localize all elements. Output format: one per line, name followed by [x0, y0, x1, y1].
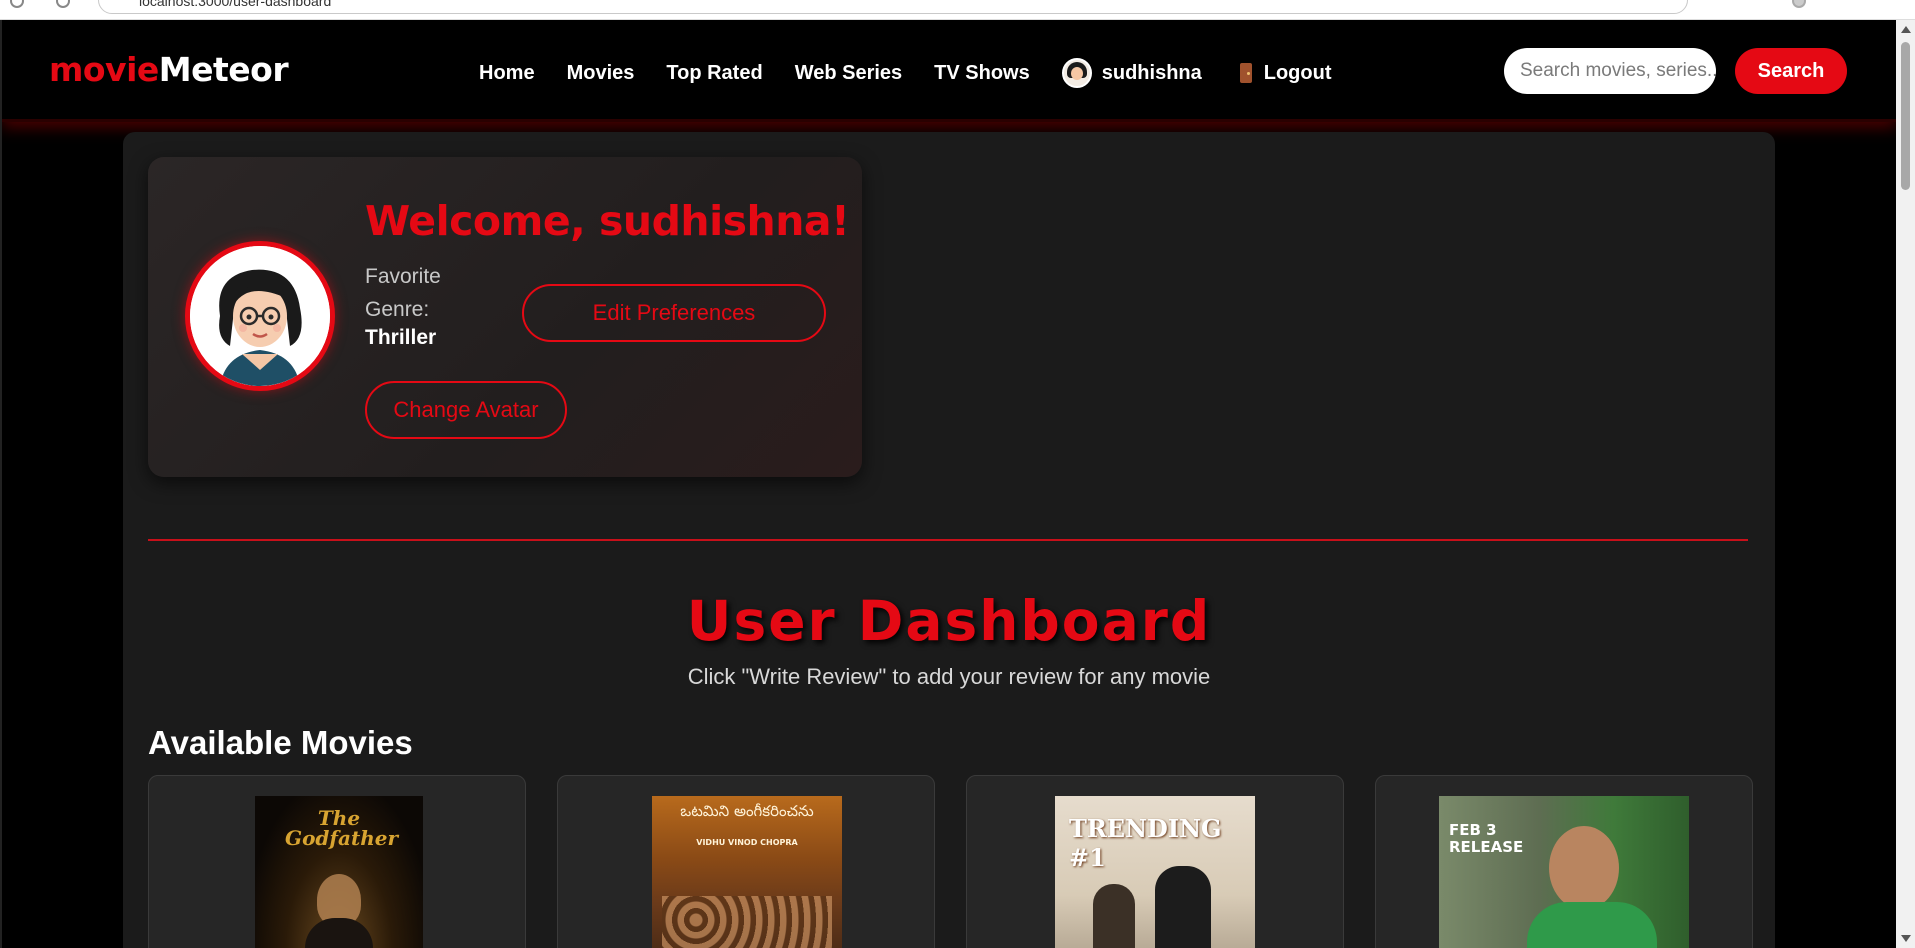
poster-title: TRENDING #1	[1069, 814, 1222, 872]
favorite-genre-label: Favorite Genre:	[365, 265, 441, 321]
available-movies-heading: Available Movies	[148, 724, 413, 761]
nav-home[interactable]: Home	[479, 62, 535, 85]
movie-poster[interactable]: ఒటమిని అంగీకరించను VIDHU VINOD CHOPRA	[652, 796, 842, 948]
dashboard-container: Welcome, sudhishna! Favorite Genre: Thri…	[123, 132, 1775, 948]
movie-grid: The Godfather ఒటమిని అంగీకరించను VIDHU V…	[148, 775, 1753, 948]
reload-icon[interactable]	[56, 0, 70, 8]
avatar-illustration-icon	[190, 246, 330, 386]
change-avatar-button[interactable]: Change Avatar	[365, 381, 567, 439]
nav-user[interactable]: sudhishna	[1061, 58, 1202, 88]
search-button[interactable]: Search	[1735, 48, 1847, 94]
page-scrollbar[interactable]	[1896, 20, 1915, 948]
logout-link[interactable]: Logout	[1239, 61, 1332, 85]
poster-subtitle: VIDHU VINOD CHOPRA	[696, 838, 798, 847]
logo-part-movie: movie	[49, 50, 159, 89]
welcome-heading: Welcome, sudhishna!	[365, 197, 850, 245]
poster-title: FEB 3 RELEASE	[1449, 821, 1524, 856]
movie-poster[interactable]: FEB 3 RELEASE	[1439, 796, 1689, 948]
nav-username: sudhishna	[1101, 61, 1202, 84]
scroll-thumb[interactable]	[1901, 42, 1910, 190]
dashboard-subtitle: Click "Write Review" to add your review …	[687, 664, 1211, 689]
profile-card: Welcome, sudhishna! Favorite Genre: Thri…	[148, 157, 862, 477]
movie-card[interactable]: ఒటమిని అంగీకరించను VIDHU VINOD CHOPRA	[557, 775, 935, 948]
page: movieMeteor Home Movies Top Rated Web Se…	[0, 20, 1896, 948]
user-avatar-icon	[1061, 58, 1092, 88]
movie-card[interactable]: FEB 3 RELEASE	[1375, 775, 1753, 948]
edit-preferences-button[interactable]: Edit Preferences	[522, 284, 826, 342]
profile-icon[interactable]	[1792, 0, 1806, 8]
search-input[interactable]	[1504, 48, 1716, 94]
browser-toolbar: localhost:3000/user-dashboard	[0, 0, 1915, 20]
favorite-genre-value: Thriller	[365, 326, 437, 349]
logo-part-meteor: Meteor	[158, 50, 289, 89]
door-icon	[1239, 63, 1252, 83]
site-logo[interactable]: movieMeteor	[49, 50, 289, 89]
profile-avatar	[185, 241, 335, 391]
address-bar[interactable]: localhost:3000/user-dashboard	[98, 0, 1688, 14]
movie-card[interactable]: The Godfather	[148, 775, 526, 948]
nav-web-series[interactable]: Web Series	[795, 62, 902, 85]
poster-title: The Godfather	[285, 806, 399, 850]
nav-top-rated[interactable]: Top Rated	[666, 62, 762, 85]
movie-poster[interactable]: TRENDING #1	[1055, 796, 1255, 948]
navbar: movieMeteor Home Movies Top Rated Web Se…	[2, 20, 1896, 122]
back-icon[interactable]	[10, 0, 24, 8]
section-divider	[148, 539, 1748, 541]
dashboard-title: User Dashboard	[686, 589, 1212, 653]
address-text: localhost:3000/user-dashboard	[139, 0, 332, 9]
logout-label: Logout	[1263, 61, 1332, 84]
nav-links: Home Movies Top Rated Web Series TV Show…	[479, 58, 1332, 88]
scroll-up-icon[interactable]	[1901, 26, 1911, 33]
movie-poster[interactable]: The Godfather	[255, 796, 423, 948]
poster-title: ఒటమిని అంగీకరించను	[680, 802, 814, 820]
movie-card[interactable]: TRENDING #1	[966, 775, 1344, 948]
scroll-down-icon[interactable]	[1901, 935, 1911, 942]
nav-movies[interactable]: Movies	[567, 62, 635, 85]
nav-tv-shows[interactable]: TV Shows	[934, 62, 1030, 85]
